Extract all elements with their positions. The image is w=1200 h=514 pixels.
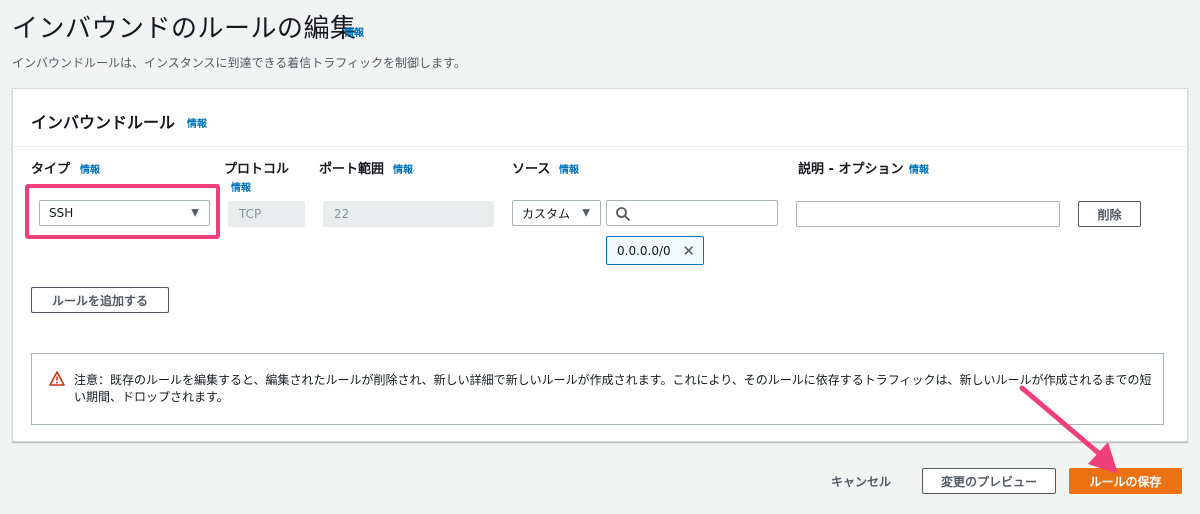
panel-header: インバウンドルール 情報	[13, 89, 1187, 147]
page-title: インバウンドのルールの編集	[12, 14, 357, 44]
alert-text: 注意：既存のルールを編集すると、編集されたルールが削除され、新しい詳細で新しいル…	[74, 373, 1152, 404]
caret-down-icon: ▼	[191, 207, 199, 219]
close-icon[interactable]: ✕	[682, 242, 695, 260]
panel-title: インバウンドルール	[31, 113, 176, 132]
add-rule-button[interactable]: ルールを追加する	[31, 287, 169, 313]
type-select-value: SSH	[49, 206, 74, 220]
description-input[interactable]	[796, 201, 1060, 227]
port-range-column-label: ポート範囲	[319, 162, 385, 177]
search-icon	[616, 207, 630, 221]
description-column-label: 説明 - オプション	[798, 162, 904, 177]
source-cidr-token: 0.0.0.0/0 ✕	[606, 236, 704, 265]
type-select[interactable]: SSH ▼	[39, 200, 210, 226]
panel-title-info-link[interactable]: 情報	[187, 115, 207, 130]
cancel-button[interactable]: キャンセル	[820, 469, 902, 493]
source-type-value: カスタム	[522, 206, 571, 221]
description-info-link[interactable]: 情報	[909, 161, 929, 176]
source-search-input[interactable]	[606, 200, 778, 226]
protocol-column-label: プロトコル	[224, 162, 290, 177]
caret-down-icon: ▼	[582, 207, 590, 219]
warning-alert: 注意：既存のルールを編集すると、編集されたルールが削除され、新しい詳細で新しいル…	[31, 353, 1164, 425]
type-info-link[interactable]: 情報	[80, 161, 100, 176]
source-type-select[interactable]: カスタム ▼	[512, 200, 601, 226]
source-cidr-value: 0.0.0.0/0	[617, 243, 671, 258]
source-column-label: ソース	[512, 162, 551, 177]
page-description: インバウンドルールは、インスタンスに到達できる着信トラフィックを制御します。	[12, 56, 466, 70]
delete-rule-button[interactable]: 削除	[1078, 201, 1141, 227]
preview-changes-button[interactable]: 変更のプレビュー	[922, 468, 1056, 494]
type-column-label: タイプ	[31, 162, 71, 177]
warning-icon	[49, 371, 65, 386]
source-info-link[interactable]: 情報	[559, 161, 579, 176]
save-rules-button[interactable]: ルールの保存	[1069, 468, 1182, 494]
port-range-value: 22	[334, 207, 350, 221]
page-title-info-link[interactable]: 情報	[344, 24, 364, 39]
port-range-info-link[interactable]: 情報	[393, 161, 413, 176]
protocol-field: TCP	[228, 201, 305, 227]
port-range-field: 22	[323, 201, 494, 227]
protocol-info-link[interactable]: 情報	[231, 179, 251, 194]
protocol-value: TCP	[239, 207, 262, 221]
